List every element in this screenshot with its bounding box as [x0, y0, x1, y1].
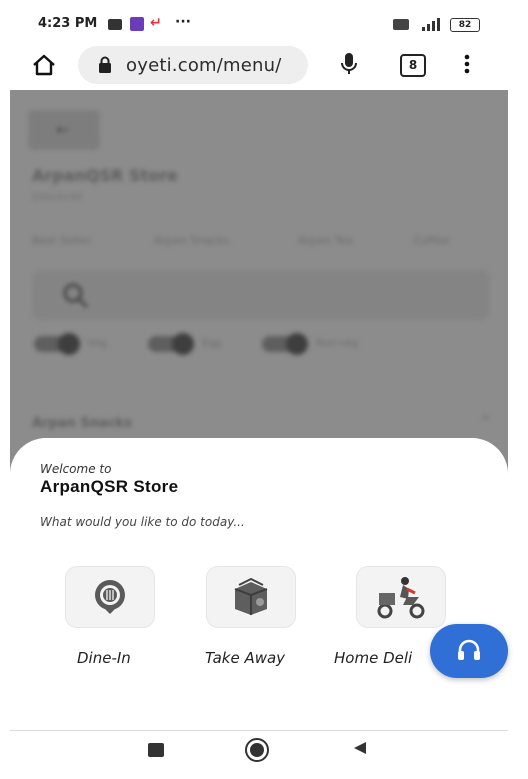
order-type-sheet: Welcome to ArpanQSR Store What would you…	[10, 438, 508, 730]
take-away-label[interactable]: Take Away	[205, 649, 285, 667]
bg-search-icon	[62, 282, 90, 314]
lock-icon	[98, 56, 112, 78]
back-arrow-icon: ←	[56, 120, 70, 139]
take-away-icon	[229, 575, 273, 623]
headset-icon	[456, 638, 482, 668]
bg-section-heading: Arpan Snacks	[32, 416, 132, 431]
bg-filter-toggle-3	[262, 333, 308, 355]
nav-divider	[10, 730, 508, 731]
app-notification-icon	[130, 17, 144, 31]
bg-filter-toggle-2	[148, 333, 194, 355]
browser-toolbar: oyeti.com/menu/ 8	[0, 44, 528, 90]
volte-icon	[393, 19, 409, 30]
bg-filter-label-1: Veg	[88, 338, 107, 349]
system-nav-bar	[0, 730, 528, 779]
signal-icon	[416, 17, 442, 36]
address-bar[interactable]: oyeti.com/menu/	[78, 46, 308, 84]
sheet-prompt: What would you like to do today...	[40, 515, 245, 529]
recent-apps-icon[interactable]	[148, 743, 164, 757]
bg-category-1: Best Seller	[32, 234, 92, 247]
bg-search-box	[32, 270, 490, 320]
back-nav-icon[interactable]	[352, 740, 368, 760]
welcome-text: Welcome to	[40, 462, 112, 476]
url-text: oyeti.com/menu/	[126, 55, 282, 76]
missed-call-icon: ↵	[150, 15, 162, 31]
bg-category-2: Arpan Snacks	[154, 234, 230, 247]
bg-filter-label-3: Non-veg	[316, 338, 358, 349]
more-notifications-icon: ···	[175, 14, 191, 30]
bg-store-subtitle: Directs 62	[32, 192, 84, 203]
status-time: 4:23 PM	[38, 16, 98, 31]
battery-icon: 82	[450, 18, 480, 32]
customer-support-button[interactable]	[430, 624, 508, 678]
bg-category-3: Arpan Tea	[298, 234, 353, 247]
dine-in-icon	[90, 577, 130, 621]
home-delivery-icon	[373, 575, 429, 623]
more-options-icon[interactable]	[464, 54, 470, 78]
message-icon	[108, 19, 122, 30]
status-bar: 4:23 PM ↵ ··· 82	[0, 0, 528, 44]
bg-category-4: Coffee	[414, 234, 450, 247]
store-name: ArpanQSR Store	[40, 477, 179, 496]
home-delivery-button[interactable]	[356, 566, 446, 628]
bg-filter-toggle-1	[34, 333, 80, 355]
back-button: ←	[28, 110, 100, 150]
dine-in-label[interactable]: Dine-In	[77, 649, 131, 667]
dine-in-button[interactable]	[65, 566, 155, 628]
bg-filter-label-2: Egg	[202, 338, 222, 349]
tab-switcher-button[interactable]: 8	[400, 54, 426, 77]
home-nav-icon[interactable]	[245, 738, 269, 762]
home-delivery-label[interactable]: Home Deli	[334, 649, 412, 667]
take-away-button[interactable]	[206, 566, 296, 628]
bg-collapse-icon: ⌃	[480, 414, 492, 430]
microphone-icon[interactable]	[341, 52, 357, 80]
home-icon[interactable]	[31, 52, 57, 82]
bg-store-title: ArpanQSR Store	[32, 166, 178, 185]
